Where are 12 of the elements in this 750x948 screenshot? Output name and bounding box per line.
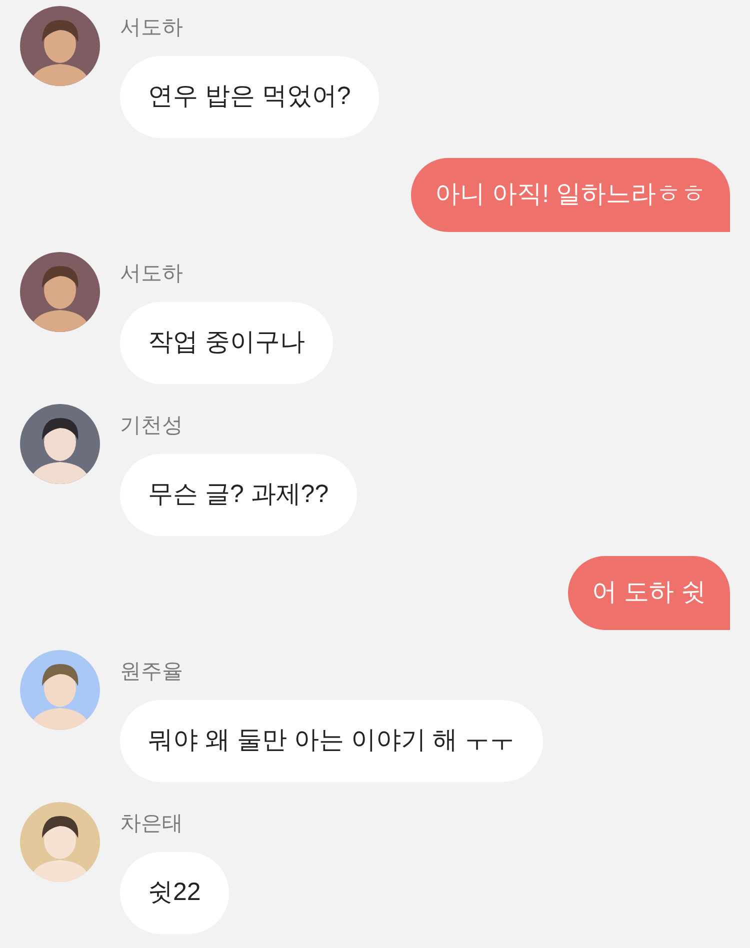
sender-name: 서도하 xyxy=(120,15,183,41)
message-bubble: 어 도하 쉿 xyxy=(568,556,730,630)
sender-name: 기천성 xyxy=(120,413,183,439)
message-bubble: 무슨 글? 과제?? xyxy=(120,454,357,536)
message-bubble: 쉿22 xyxy=(120,852,229,934)
message-bubble: 작업 중이구나 xyxy=(120,302,333,384)
message-bubble: 아니 아직! 일하느라ㅎㅎ xyxy=(411,158,730,232)
sender-name: 차은태 xyxy=(120,811,183,837)
sender-name: 서도하 xyxy=(120,261,183,287)
message-bubble: 연우 밥은 먹었어? xyxy=(120,56,379,138)
sender-name: 원주율 xyxy=(120,659,183,685)
message-bubble: 뭐야 왜 둘만 아는 이야기 해 ㅜㅜ xyxy=(120,700,543,782)
